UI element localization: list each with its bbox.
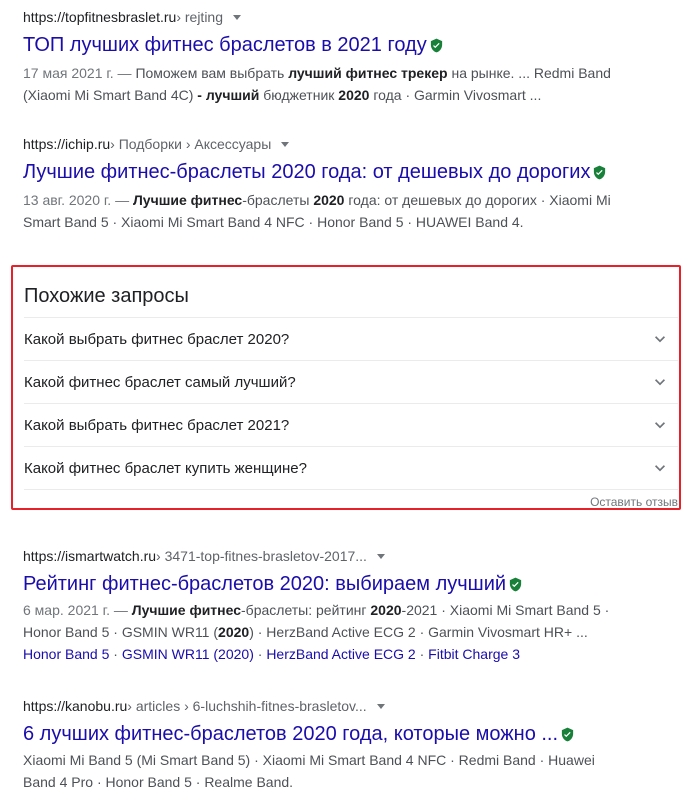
snippet-text: бюджетник [259, 87, 339, 103]
snippet-text: 2020 [218, 624, 250, 640]
caret-down-icon[interactable] [376, 704, 385, 709]
result-title-link[interactable]: ТОП лучших фитнес браслетов в 2021 году [23, 32, 663, 58]
sitelink-separator: · [415, 646, 429, 662]
related-footer: Оставить отзыв [24, 489, 678, 512]
snippet-line: Honor Band 5 · GSMIN WR11 (2020) · HerzB… [23, 621, 663, 643]
result-snippet: Xiaomi Mi Band 5 (Mi Smart Band 5) · Xia… [23, 749, 663, 793]
related-question-text: Какой фитнес браслет купить женщине? [24, 459, 307, 477]
result-snippet: 17 мая 2021 г. — Поможем вам выбрать луч… [23, 62, 663, 106]
snippet-text: Лучшие фитнес [132, 192, 243, 208]
result-title[interactable]: ТОП лучших фитнес браслетов в 2021 году [23, 32, 427, 58]
related-question-text: Какой фитнес браслет самый лучший? [24, 373, 296, 391]
snippet-line: 17 мая 2021 г. — Поможем вам выбрать луч… [23, 62, 663, 84]
shield-check-icon [430, 38, 442, 52]
snippet-text: Лучшие фитнес [131, 602, 242, 618]
snippet-text: ) · HerzBand Active ECG 2 · Garmin Vivos… [249, 624, 588, 640]
result-url[interactable]: https://kanobu.ru › articles › 6-luchshi… [23, 697, 663, 715]
snippet-text: лучший фитнес трекер [288, 65, 448, 81]
caret-down-icon[interactable] [376, 554, 385, 559]
snippet-text: Honor Band 5 · GSMIN WR11 ( [23, 624, 219, 640]
chevron-down-icon[interactable] [650, 415, 670, 435]
sitelink[interactable]: GSMIN WR11 (2020) [122, 646, 254, 662]
result-title-link[interactable]: 6 лучших фитнес-браслетов 2020 года, кот… [23, 721, 663, 747]
snippet-text: -браслеты: рейтинг [241, 602, 371, 618]
caret-down-icon[interactable] [233, 15, 241, 20]
search-result: https://topfitnesbraslet.ru › rejting ТО… [23, 8, 663, 106]
sitelink[interactable]: Honor Band 5 [23, 646, 109, 662]
sitelink-separator: · [109, 646, 122, 662]
result-breadcrumb: › 3471-top-fitnes-brasletov-2017... [156, 548, 367, 564]
related-question-text: Какой выбрать фитнес браслет 2021? [24, 416, 290, 434]
result-title-link[interactable]: Рейтинг фитнес-браслетов 2020: выбираем … [23, 571, 663, 597]
snippet-line: 6 мар. 2021 г. — Лучшие фитнес-браслеты:… [23, 599, 663, 621]
result-url[interactable]: https://topfitnesbraslet.ru › rejting [23, 8, 663, 26]
search-result: https://kanobu.ru › articles › 6-luchshi… [23, 697, 663, 793]
result-title[interactable]: Лучшие фитнес-браслеты 2020 года: от деш… [23, 159, 590, 185]
shield-check-icon [561, 727, 574, 741]
search-result: https://ichip.ru › Подборки › Аксессуары… [23, 135, 663, 233]
snippet-line: Band 4 Pro · Honor Band 5 · Realme Band. [23, 771, 663, 793]
chevron-down-icon[interactable] [650, 458, 670, 478]
chevron-down-icon[interactable] [650, 372, 670, 392]
sitelink[interactable]: HerzBand Active ECG 2 [266, 646, 415, 662]
snippet-line: 13 авг. 2020 г. — Лучшие фитнес-браслеты… [23, 189, 663, 211]
result-domain: https://ichip.ru [23, 136, 111, 152]
snippet-text: Поможем вам выбрать [135, 65, 289, 81]
chevron-down-icon[interactable] [650, 329, 670, 349]
snippet-text: -2021 · Xiaomi Mi Smart Band 5 · [401, 602, 610, 618]
related-question[interactable]: Какой выбрать фитнес браслет 2020? [24, 317, 678, 360]
snippet-date: 13 авг. 2020 г. — [23, 192, 133, 208]
result-domain: https://kanobu.ru [23, 698, 128, 714]
snippet-text: - лучший [197, 87, 260, 103]
shield-check-icon [509, 577, 522, 591]
result-snippet: 6 мар. 2021 г. — Лучшие фитнес-браслеты:… [23, 599, 663, 643]
result-title-link[interactable]: Лучшие фитнес-браслеты 2020 года: от деш… [23, 159, 663, 185]
result-sitelinks: Honor Band 5 · GSMIN WR11 (2020) · HerzB… [23, 643, 663, 665]
snippet-text: на рынке. ... Redmi Band [447, 65, 611, 81]
related-searches-heading: Похожие запросы [24, 285, 189, 307]
snippet-line: (Xiaomi Mi Smart Band 4C) - лучший бюдже… [23, 84, 663, 106]
result-url[interactable]: https://ismartwatch.ru › 3471-top-fitnes… [23, 547, 663, 565]
result-url[interactable]: https://ichip.ru › Подборки › Аксессуары [23, 135, 663, 153]
caret-down-icon[interactable] [281, 142, 290, 147]
snippet-text: Band 4 Pro · Honor Band 5 · Realme Band. [23, 774, 294, 790]
result-domain: https://ismartwatch.ru [23, 548, 157, 564]
result-title[interactable]: 6 лучших фитнес-браслетов 2020 года, кот… [23, 721, 558, 747]
result-breadcrumb: › Подборки › Аксессуары [110, 136, 272, 152]
snippet-text: года · Garmin Vivosmart ... [369, 87, 542, 103]
related-question[interactable]: Какой фитнес браслет купить женщине? [24, 446, 678, 489]
shield-check-icon [594, 165, 606, 179]
snippet-text: 2020 [370, 602, 402, 618]
snippet-text: Smart Band 5 · Xiaomi Mi Smart Band 4 NF… [23, 214, 524, 230]
snippet-text: Xiaomi Mi Band 5 (Mi Smart Band 5) · Xia… [23, 752, 595, 768]
sitelink[interactable]: Fitbit Charge 3 [428, 646, 520, 662]
sitelink-separator: · [253, 646, 267, 662]
result-breadcrumb: › articles › 6-luchshih-fitnes-brasletov… [127, 698, 367, 714]
result-domain: https://topfitnesbraslet.ru [23, 9, 177, 25]
related-question-text: Какой выбрать фитнес браслет 2020? [24, 330, 290, 348]
feedback-link[interactable]: Оставить отзыв [590, 495, 678, 509]
snippet-text: года: от дешевых до дорогих · Xiaomi Mi [344, 192, 611, 208]
snippet-text: (Xiaomi Mi Smart Band 4C) [23, 87, 198, 103]
snippet-line: Smart Band 5 · Xiaomi Mi Smart Band 4 NF… [23, 211, 663, 233]
result-snippet: 13 авг. 2020 г. — Лучшие фитнес-браслеты… [23, 189, 663, 233]
related-searches-box: Похожие запросы Какой выбрать фитнес бра… [11, 265, 681, 510]
related-question[interactable]: Какой выбрать фитнес браслет 2021? [24, 403, 678, 446]
search-result: https://ismartwatch.ru › 3471-top-fitnes… [23, 547, 663, 665]
result-breadcrumb: › rejting [176, 9, 223, 25]
snippet-date: 17 мая 2021 г. — [23, 65, 136, 81]
result-title[interactable]: Рейтинг фитнес-браслетов 2020: выбираем … [23, 571, 506, 597]
snippet-line: Xiaomi Mi Band 5 (Mi Smart Band 5) · Xia… [23, 749, 663, 771]
snippet-text: 2020 [313, 192, 345, 208]
snippet-text: 2020 [338, 87, 370, 103]
related-question[interactable]: Какой фитнес браслет самый лучший? [24, 360, 678, 403]
snippet-text: -браслеты [242, 192, 314, 208]
snippet-date: 6 мар. 2021 г. — [23, 602, 132, 618]
